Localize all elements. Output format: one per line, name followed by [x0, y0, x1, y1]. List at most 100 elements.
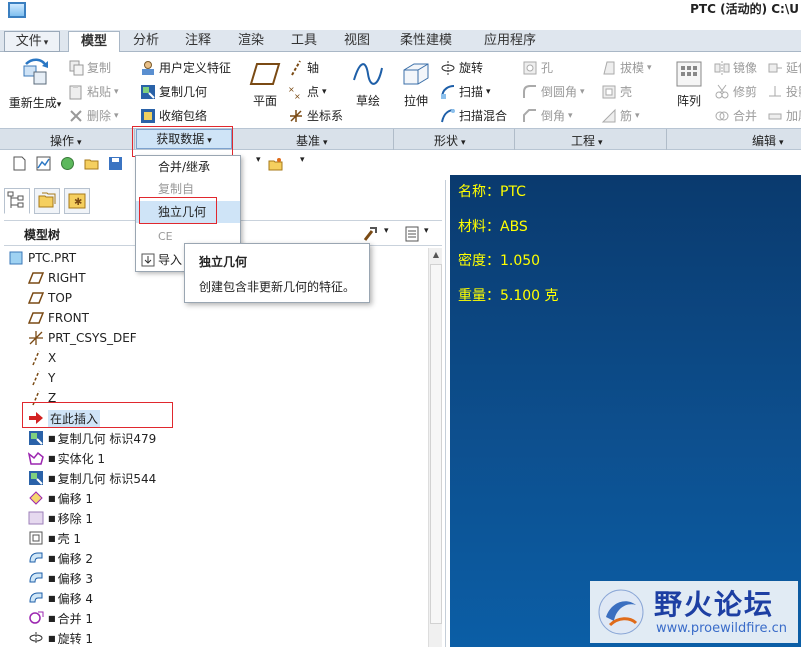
- tree-node-top[interactable]: TOP: [27, 288, 72, 308]
- hole-icon: [522, 60, 538, 76]
- tree-node-solidify-1[interactable]: ■ 实体化 1: [27, 448, 105, 468]
- merge-button[interactable]: 合并: [714, 107, 757, 124]
- new-file-icon[interactable]: [12, 156, 27, 171]
- merge-icon: [714, 108, 730, 124]
- tree-node-remove-1[interactable]: ■ 移除 1: [28, 508, 93, 528]
- engineering-group-label[interactable]: 工程 ▾: [571, 132, 603, 149]
- scroll-up-arrow[interactable]: ▲: [429, 248, 443, 262]
- tree-node-right[interactable]: RIGHT: [27, 268, 86, 288]
- sweep-button[interactable]: 扫描 ▾: [440, 83, 491, 100]
- project-button[interactable]: 投影: [767, 83, 801, 100]
- tree-filter-arrow[interactable]: ▾: [424, 226, 429, 236]
- tree-node-shell-1[interactable]: ■ 壳 1: [28, 528, 81, 548]
- extend-button[interactable]: 延伸: [767, 59, 801, 76]
- round-icon: [522, 84, 538, 100]
- csys-button[interactable]: 坐标系: [288, 107, 343, 124]
- tree-settings-icon[interactable]: [362, 226, 380, 242]
- tooltip-description: 创建包含非更新几何的特征。: [199, 280, 356, 294]
- tree-node-offset-4[interactable]: ■ 偏移 4: [28, 588, 93, 608]
- tab-file[interactable]: 文件: [4, 31, 60, 52]
- thicken-button[interactable]: 加厚: [767, 107, 801, 124]
- model-tree: PTC.PRT RIGHT TOP FRONT PRT_CSYS_DEF X Y: [4, 248, 426, 647]
- pattern-button[interactable]: 阵列: [674, 60, 704, 109]
- tree-node-merge-1[interactable]: ■ 合并 1: [28, 608, 93, 628]
- operations-group-label[interactable]: 操作 ▾: [50, 132, 82, 149]
- plane-icon: [249, 63, 281, 85]
- shell-button[interactable]: 壳: [601, 83, 632, 100]
- menu-item-merge-inherit[interactable]: 合并/继承: [136, 156, 240, 178]
- chamfer-button[interactable]: 倒角 ▾: [522, 107, 573, 124]
- swept-blend-button[interactable]: 扫描混合: [440, 107, 507, 124]
- draft-button[interactable]: 拔模 ▾: [601, 59, 652, 76]
- tab-tools[interactable]: 工具: [282, 31, 326, 52]
- tree-filter-icon[interactable]: [404, 226, 420, 242]
- copy-button[interactable]: 复制: [68, 59, 111, 76]
- tree-node-copy-geometry-544[interactable]: ■ 复制几何 标识544: [28, 468, 156, 488]
- regenerate-button[interactable]: 重新生成▾: [8, 58, 62, 111]
- tab-render[interactable]: 渲染: [229, 31, 273, 52]
- extrude-button[interactable]: 拉伸: [398, 60, 434, 109]
- window-title: PTC (活动的) C:\U: [690, 2, 799, 16]
- sketch-icon: [353, 63, 383, 85]
- point-button[interactable]: × × 点 ▾: [288, 83, 327, 101]
- tree-node-front[interactable]: FRONT: [27, 308, 89, 328]
- shapes-group-label[interactable]: 形状 ▾: [434, 132, 466, 149]
- tree-node-root[interactable]: PTC.PRT: [8, 248, 76, 268]
- hole-button[interactable]: 孔: [522, 59, 553, 76]
- shrinkwrap-button[interactable]: 收缩包络: [140, 107, 207, 124]
- plane-button[interactable]: 平面: [248, 62, 282, 109]
- folder-star-icon[interactable]: [268, 156, 283, 171]
- tree-node-copy-geometry-479[interactable]: ■ 复制几何 标识479: [28, 428, 156, 448]
- app-icon[interactable]: [8, 2, 26, 18]
- project-icon: [767, 84, 783, 100]
- qat-dropdown-arrow[interactable]: ▾: [256, 155, 261, 165]
- swept-blend-icon: [440, 108, 456, 124]
- chart-icon[interactable]: [36, 156, 51, 171]
- revolve-button[interactable]: 旋转: [440, 59, 483, 76]
- info-material: 材料：ABS: [458, 219, 528, 235]
- favorites-tab[interactable]: ✱: [64, 188, 90, 214]
- extend-icon: [767, 60, 783, 76]
- tab-annotate[interactable]: 注释: [176, 31, 220, 52]
- copy-geometry-button[interactable]: 复制几何: [140, 83, 207, 100]
- tab-applications[interactable]: 应用程序: [472, 31, 548, 52]
- ribbon-group-bar: 操作 ▾ 基准 ▾ 形状 ▾ 工程 ▾ 编辑 ▾: [0, 128, 801, 150]
- folder-browser-tab[interactable]: [34, 188, 60, 214]
- tree-scrollbar[interactable]: ▲: [428, 248, 442, 647]
- tree-settings-arrow[interactable]: ▾: [384, 226, 389, 236]
- tab-model[interactable]: 模型: [68, 31, 120, 53]
- sketch-button[interactable]: 草绘: [348, 60, 388, 109]
- save-icon[interactable]: [108, 156, 123, 171]
- datum-group-label[interactable]: 基准 ▾: [296, 132, 328, 149]
- tree-node-offset-3[interactable]: ■ 偏移 3: [28, 568, 93, 588]
- axis-button[interactable]: 轴: [288, 59, 319, 76]
- editing-group-label[interactable]: 编辑 ▾: [752, 132, 784, 149]
- trim-button[interactable]: 修剪: [714, 83, 757, 100]
- tree-node-csys[interactable]: PRT_CSYS_DEF: [28, 328, 137, 348]
- open-folder-icon[interactable]: [84, 156, 99, 171]
- paste-icon: [68, 84, 84, 100]
- draft-icon: [601, 60, 617, 76]
- round-button[interactable]: 倒圆角 ▾: [522, 83, 585, 100]
- tab-flexible-modeling[interactable]: 柔性建模: [388, 31, 464, 52]
- model-tree-tab[interactable]: [4, 188, 30, 214]
- tab-analysis[interactable]: 分析: [124, 31, 168, 52]
- tree-node-revolve-1[interactable]: ■ 旋转 1: [28, 628, 93, 647]
- extrude-icon: [403, 63, 429, 85]
- scroll-thumb[interactable]: [430, 264, 442, 624]
- tree-node-axis-y[interactable]: Y: [28, 368, 55, 388]
- graphics-window[interactable]: 名称：PTC 材料：ABS 密度：1.050 重量：5.100 克: [450, 175, 801, 647]
- delete-button[interactable]: 删除 ▾: [68, 107, 119, 124]
- udf-button[interactable]: 用户定义特征: [140, 59, 231, 76]
- sphere-icon[interactable]: [60, 156, 75, 171]
- delete-icon: [68, 108, 84, 124]
- qat-customize-arrow[interactable]: ▾: [300, 155, 305, 165]
- tree-node-offset-2[interactable]: ■ 偏移 2: [28, 548, 93, 568]
- highlight-box-independent-geometry: [139, 197, 217, 224]
- paste-button[interactable]: 粘贴 ▾: [68, 83, 119, 100]
- mirror-button[interactable]: 镜像: [714, 59, 757, 76]
- rib-button[interactable]: 筋 ▾: [601, 107, 640, 124]
- tree-node-offset-1[interactable]: ■ 偏移 1: [28, 488, 93, 508]
- tree-node-axis-x[interactable]: X: [28, 348, 56, 368]
- tab-view[interactable]: 视图: [335, 31, 379, 52]
